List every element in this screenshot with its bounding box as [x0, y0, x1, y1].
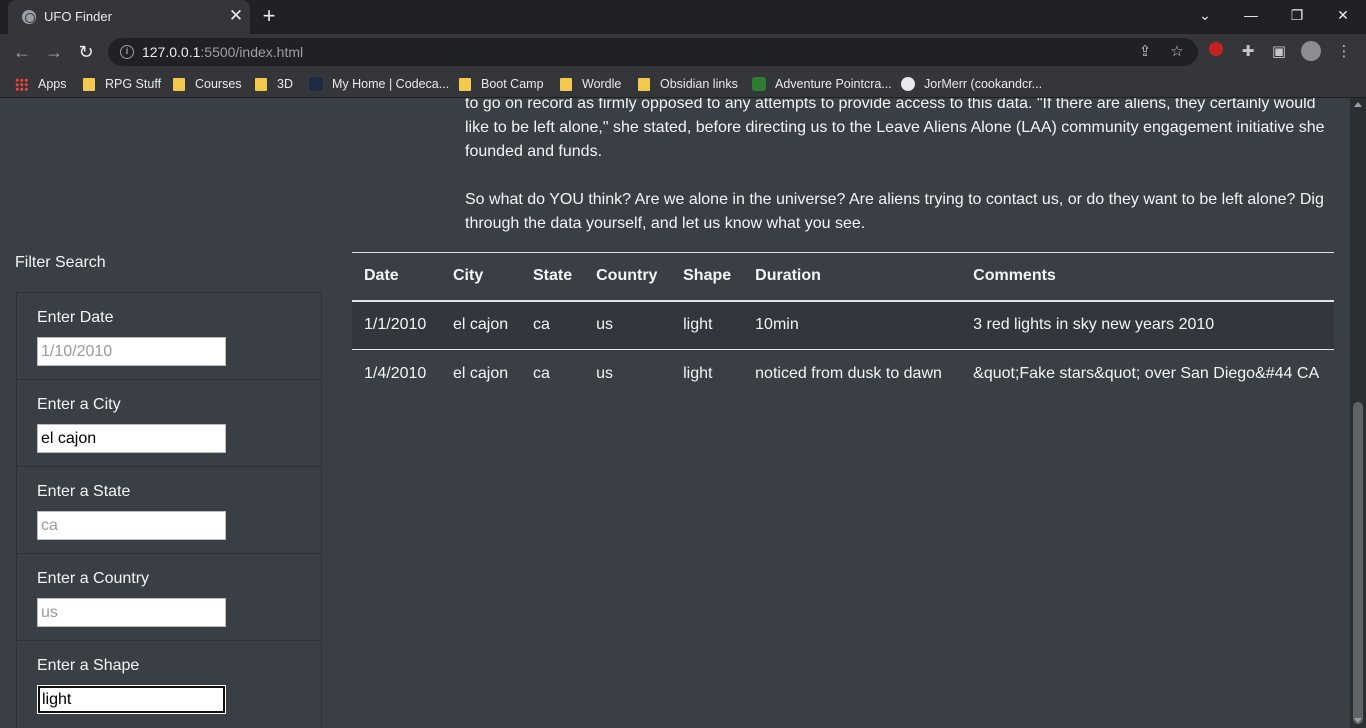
filter-item-state: Enter a State	[17, 467, 321, 554]
page-scrollbar[interactable]	[1350, 98, 1366, 728]
cell-date: 1/1/2010	[352, 300, 441, 350]
bookmark-github-jormerr[interactable]: JorMerr (cookandcr...	[901, 76, 1042, 92]
date-input[interactable]	[37, 337, 226, 366]
cell-date: 1/4/2010	[364, 365, 427, 383]
column-header-city: City	[441, 252, 521, 302]
bookmark-boot-camp[interactable]: Boot Camp	[459, 76, 544, 92]
article-paragraph: So what do YOU think? Are we alone in th…	[465, 191, 1324, 232]
cell-city: el cajon	[441, 300, 521, 350]
browser-tab[interactable]: UFO Finder ✕	[8, 0, 250, 34]
filter-item-city: Enter a City	[17, 380, 321, 467]
bookmark-adventure-pointcrawl[interactable]: Adventure Pointcra...	[752, 76, 892, 92]
bookmark-apps[interactable]: Apps	[15, 76, 67, 92]
article-paragraph: to go on record as firmly opposed to any…	[465, 98, 1325, 160]
scrollbar-thumb[interactable]	[1353, 402, 1363, 724]
forward-button[interactable]: →	[42, 40, 66, 64]
folder-icon	[83, 77, 95, 91]
cell-comments: &quot;Fake stars&quot; over San Diego&#4…	[973, 365, 1320, 383]
globe-icon	[22, 10, 36, 24]
filter-label: Enter a Shape	[37, 657, 140, 674]
menu-kebab-icon[interactable]: ⋮	[1333, 41, 1355, 63]
scroll-up-arrow-icon[interactable]	[1354, 102, 1362, 107]
url-text[interactable]: 127.0.0.1:5500/index.html	[142, 44, 303, 60]
cell-duration: noticed from dusk to dawn	[755, 365, 942, 383]
folder-icon	[560, 77, 572, 91]
table-row: 1/4/2010 el cajon ca us light noticed fr…	[352, 350, 1334, 399]
extensions-puzzle-icon[interactable]: ✚	[1237, 41, 1259, 63]
tab-title: UFO Finder	[44, 9, 112, 24]
close-window-button[interactable]: ✕	[1320, 0, 1366, 30]
bookmarks-bar: Apps RPG Stuff Courses 3D My Home | Code…	[0, 70, 1366, 98]
cell-shape: light	[683, 365, 713, 383]
folder-icon	[255, 77, 267, 91]
address-bar[interactable]: i 127.0.0.1:5500/index.html ⇪ ☆	[108, 38, 1198, 66]
table-row: 1/1/2010 el cajon ca us light 10min 3 re…	[352, 300, 1334, 350]
bookmark-wordle[interactable]: Wordle	[560, 76, 621, 92]
column-header-country: Country	[584, 252, 672, 302]
browser-toolbar: ← → ↻ i 127.0.0.1:5500/index.html ⇪ ☆ ✚ …	[0, 34, 1366, 70]
ufo-sightings-table: Date City State Country Shape Duration C…	[352, 252, 1334, 399]
bookmark-star-icon[interactable]: ☆	[1166, 41, 1188, 63]
bookmark-3d[interactable]: 3D	[255, 76, 293, 92]
shape-input[interactable]	[37, 685, 226, 714]
github-icon	[901, 77, 915, 91]
state-input[interactable]	[37, 511, 226, 540]
cell-state: ca	[533, 365, 550, 383]
filter-label: Enter a Country	[37, 570, 150, 587]
extension-badge-icon[interactable]	[1205, 41, 1227, 63]
back-button[interactable]: ←	[10, 40, 34, 64]
info-icon[interactable]: i	[120, 45, 134, 59]
table-header-row: Date City State Country Shape Duration C…	[352, 252, 1334, 302]
folder-icon	[173, 77, 185, 91]
reload-button[interactable]: ↻	[74, 40, 98, 64]
cell-shape: light	[671, 300, 744, 350]
filter-label: Enter a State	[37, 483, 131, 500]
column-header-state: State	[521, 252, 585, 302]
page-content: to go on record as firmly opposed to any…	[0, 98, 1350, 728]
bookmark-obsidian-links[interactable]: Obsidian links	[638, 76, 738, 92]
scroll-down-arrow-icon[interactable]	[1354, 718, 1362, 723]
cell-city: el cajon	[453, 365, 509, 383]
minimize-button[interactable]: —	[1228, 0, 1274, 30]
folder-icon	[638, 77, 650, 91]
cell-duration: 10min	[743, 300, 962, 350]
tab-strip: UFO Finder ✕ + ⌄ — ❐ ✕	[0, 0, 1366, 34]
cell-country: us	[584, 300, 672, 350]
side-panel-icon[interactable]: ▣	[1268, 41, 1290, 63]
country-input[interactable]	[37, 598, 226, 627]
filter-item-date: Enter Date	[17, 293, 321, 380]
filter-item-country: Enter a Country	[17, 554, 321, 641]
filter-label: Enter a City	[37, 396, 121, 413]
bookmark-codecademy[interactable]: My Home | Codeca...	[309, 76, 449, 92]
share-icon[interactable]: ⇪	[1134, 41, 1156, 63]
column-header-comments: Comments	[961, 252, 1334, 302]
profile-avatar[interactable]	[1300, 41, 1322, 63]
restore-button[interactable]: ❐	[1274, 0, 1320, 30]
tab-search-button[interactable]: ⌄	[1182, 0, 1228, 30]
bookmark-courses[interactable]: Courses	[173, 76, 242, 92]
folder-icon	[459, 77, 471, 91]
filter-label: Enter Date	[37, 309, 114, 326]
column-header-duration: Duration	[743, 252, 962, 302]
filter-item-shape: Enter a Shape	[17, 641, 321, 728]
codecademy-icon	[309, 77, 323, 91]
column-header-date: Date	[352, 252, 441, 302]
bookmark-rpg-stuff[interactable]: RPG Stuff	[83, 76, 161, 92]
city-input[interactable]	[37, 424, 226, 453]
filter-search-heading: Filter Search	[15, 254, 106, 271]
cube-icon	[752, 77, 766, 91]
cell-comments: 3 red lights in sky new years 2010	[961, 300, 1334, 350]
column-header-shape: Shape	[671, 252, 744, 302]
apps-grid-icon	[15, 77, 28, 91]
new-tab-button[interactable]: +	[257, 5, 281, 29]
close-tab-icon[interactable]: ✕	[226, 6, 246, 26]
filter-panel: Enter Date Enter a City Enter a State En…	[16, 292, 322, 728]
cell-country: us	[596, 365, 614, 383]
cell-state: ca	[521, 300, 585, 350]
